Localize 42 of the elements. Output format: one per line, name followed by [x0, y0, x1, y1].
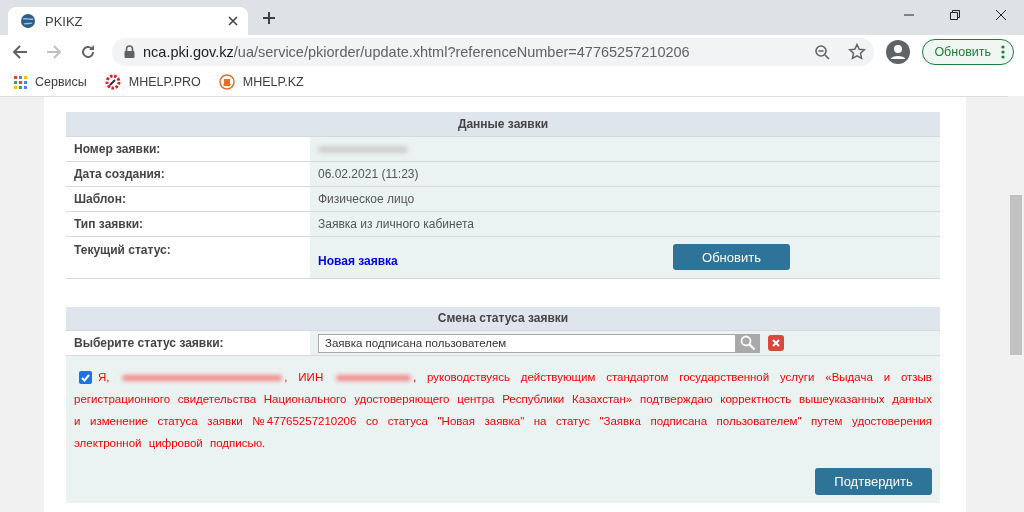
zoom-out-icon[interactable] — [814, 43, 831, 60]
field-value: 06.02.2021 (11:23) — [310, 161, 940, 186]
field-label: Шаблон: — [66, 186, 310, 211]
field-label: Тип заявки: — [66, 211, 310, 236]
kebab-menu-icon — [1001, 44, 1005, 59]
bookmark-link[interactable]: Сервисы — [14, 75, 87, 89]
confirm-button[interactable]: Подтвердить — [815, 468, 932, 495]
restore-icon[interactable] — [949, 9, 961, 21]
consent-text: Я, , ИИН , руководствуясь действующим стандартом государственной услуги «Выдача и отзыв регистрационного свидетельства Национального удостоверяющего центра Республики Казахстан» подтверждаю корректность вышеуказанных данных и изменение статуса заявки №47765257210206 со статуса "Новая заявка" на статус "Заявка подписана пользователем" путем удостоверения электронной цифровой подписью. — [74, 370, 932, 451]
search-icon — [740, 335, 756, 351]
reload-icon[interactable] — [80, 43, 96, 60]
url-text: nca.pki.gov.kz/ua/service/pkiorder/update.xhtml?referenceNumber=47765257210206 — [143, 43, 691, 60]
lock-icon — [124, 45, 135, 58]
gear-wrench-icon — [104, 74, 121, 90]
field-label: Дата создания: — [66, 161, 310, 186]
x-icon — [772, 339, 780, 347]
close-icon[interactable] — [228, 16, 238, 26]
scrollbar-thumb[interactable] — [1010, 195, 1022, 355]
refresh-button[interactable]: Обновить — [673, 244, 790, 270]
close-icon[interactable] — [995, 9, 1007, 21]
bookmark-link[interactable]: MHELP.PRO — [104, 74, 201, 90]
browser-tab[interactable]: PKIKZ — [8, 7, 248, 35]
apps-grid-icon — [14, 75, 27, 89]
update-button[interactable]: Обновить — [922, 38, 1014, 65]
address-bar[interactable]: nca.pki.gov.kz/ua/service/pkiorder/update.xhtml?referenceNumber=47765257210206 — [112, 37, 875, 66]
consent-checkbox[interactable] — [79, 371, 92, 384]
back-arrow-icon[interactable] — [12, 43, 28, 60]
status-link[interactable]: Новая заявка — [318, 254, 398, 268]
clear-button[interactable] — [768, 335, 784, 351]
bookmark-link[interactable]: MHELP.KZ — [218, 74, 304, 90]
section-header: Смена статуса заявки — [66, 306, 940, 331]
field-value: Физическое лицо — [310, 186, 940, 211]
field-value: Заявка из личного кабинета — [310, 211, 940, 236]
tab-title: PKIKZ — [45, 13, 84, 29]
star-icon[interactable] — [848, 42, 867, 61]
field-label: Номер заявки: — [66, 136, 310, 161]
field-label: Текущий статус: — [66, 236, 310, 278]
globe-icon — [20, 13, 36, 29]
avatar-icon[interactable] — [886, 39, 911, 64]
section-header: Данные заявки — [66, 112, 940, 136]
field-label: Выберите статус заявки: — [66, 330, 310, 356]
status-field[interactable]: Заявка подписана пользователем — [318, 333, 736, 353]
